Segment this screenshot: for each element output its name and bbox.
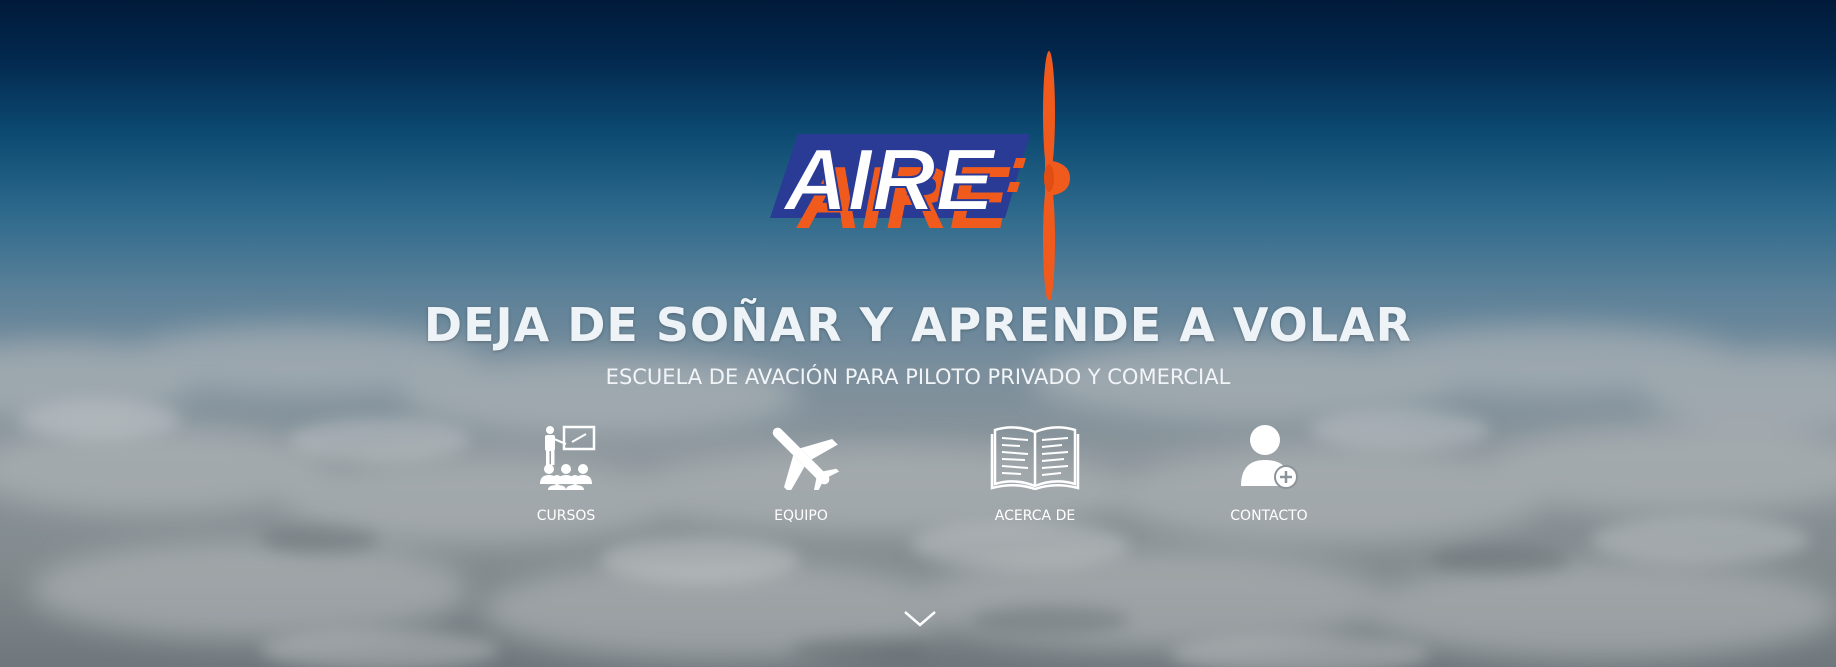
classroom-icon (496, 422, 636, 490)
nav-equipo[interactable]: EQUIPO (731, 422, 871, 532)
nav-label-acerca-de: ACERCA DE (994, 508, 1076, 524)
chevron-down-icon (904, 611, 936, 627)
add-user-icon (1199, 422, 1339, 490)
airplane-icon (731, 422, 871, 495)
scroll-down-button[interactable] (900, 604, 940, 634)
propeller-icon (1043, 51, 1070, 302)
hero-title: DEJA DE SOÑAR Y APRENDE A VOLAR (423, 298, 1413, 352)
nav-contacto[interactable]: CONTACTO (1199, 422, 1339, 532)
nav-label-equipo: EQUIPO (774, 508, 828, 524)
open-book-icon (965, 422, 1105, 491)
nav-cursos[interactable]: CURSOS (496, 422, 636, 532)
svg-text:AIRE: AIRE (782, 130, 997, 229)
hero-section: AIRE AIRE DEJA DE SOÑAR Y APRENDE A VOLA… (0, 0, 1836, 667)
nav-acerca-de[interactable]: ACERCA DE (965, 422, 1105, 532)
hero-subtitle: ESCUELA DE AVACIÓN PARA PILOTO PRIVADO Y… (605, 365, 1231, 389)
nav-label-contacto: CONTACTO (1230, 508, 1308, 524)
nav-label-cursos: CURSOS (536, 508, 596, 524)
aire-logo[interactable]: AIRE AIRE (760, 50, 1080, 302)
